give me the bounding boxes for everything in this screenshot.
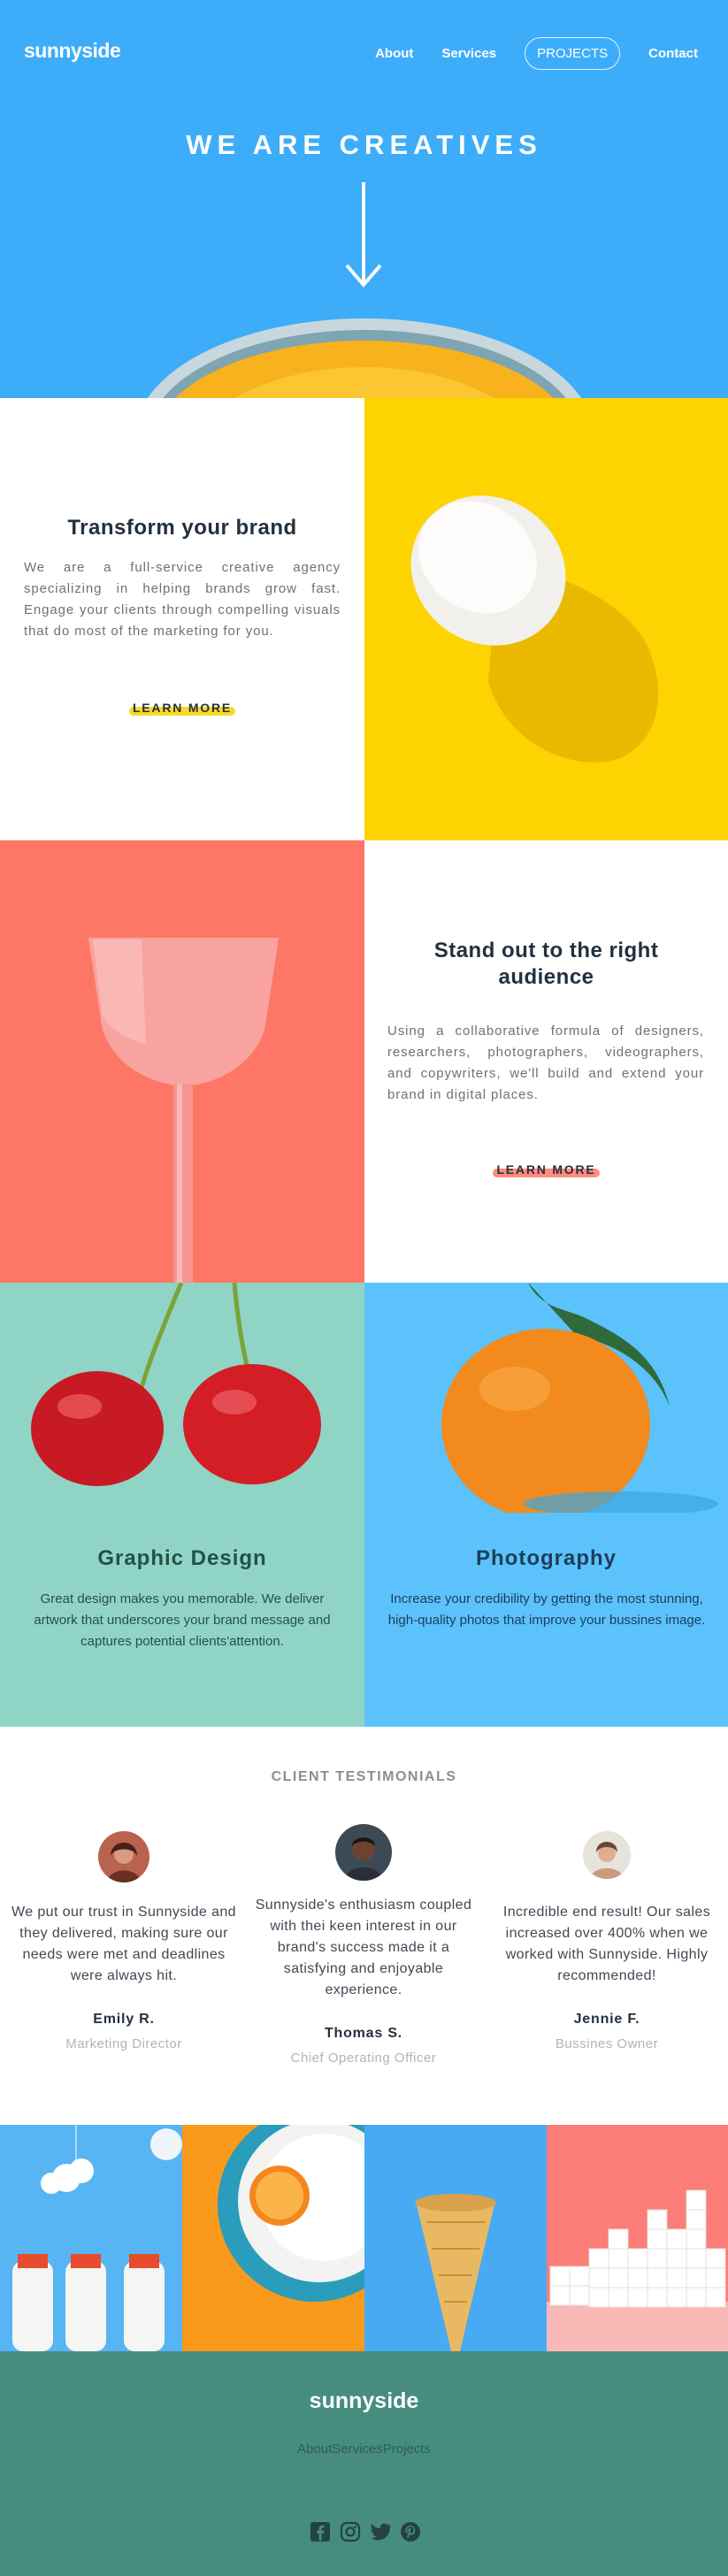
footer-link-projects[interactable]: Projects	[383, 2442, 431, 2457]
testimonial-name: Emily R.	[93, 2012, 155, 2027]
cherries-image	[31, 1283, 321, 1486]
instagram-icon[interactable]	[340, 2521, 361, 2542]
standout-learn-more-link[interactable]: LEARN MORE	[364, 1162, 728, 1177]
testimonial-card: Sunnyside's enthusiasm coupled with thei…	[249, 1824, 479, 2066]
transform-body: We are a full-service creative agency sp…	[24, 560, 341, 639]
nav-services[interactable]: Services	[441, 46, 496, 61]
hero-title: WE ARE CREATIVES	[186, 129, 542, 160]
avatar	[583, 1831, 631, 1879]
main-nav: About Services PROJECTS Contact	[375, 37, 698, 70]
egg-image	[364, 398, 728, 840]
testimonial-quote: Sunnyside's enthusiasm coupled with thei…	[255, 1898, 472, 1997]
nav-projects-button[interactable]: PROJECTS	[525, 37, 621, 70]
photography-body: Increase your credibility by getting the…	[387, 1591, 706, 1628]
logo[interactable]: sunnyside	[24, 39, 121, 63]
testimonial-role: Chief Operating Officer	[290, 2051, 437, 2066]
hero-bowl-image	[147, 318, 582, 398]
footer-link-services[interactable]: Services	[332, 2442, 383, 2457]
orange-image	[441, 1283, 718, 1513]
footer-nav: AboutServicesProjects	[0, 2442, 728, 2457]
learn-more-label: LEARN MORE	[128, 701, 236, 716]
graphic-design-tile: Graphic Design Great design makes you me…	[0, 1283, 364, 1727]
testimonial-name: Jennie F.	[573, 2012, 640, 2027]
avatar	[98, 1831, 149, 1882]
standout-body: Using a collaborative formula of designe…	[387, 1024, 704, 1102]
learn-more-label: LEARN MORE	[493, 1162, 600, 1177]
nav-contact[interactable]: Contact	[648, 46, 698, 61]
standout-title: Stand out to the right audience	[433, 939, 659, 989]
gallery-image-ice-cream-cone	[364, 2125, 547, 2351]
gallery	[0, 2125, 728, 2351]
facebook-icon[interactable]	[310, 2521, 331, 2542]
pinterest-icon[interactable]	[400, 2521, 421, 2542]
avatar	[335, 1824, 392, 1881]
graphic-design-body: Great design makes you memorable. We del…	[34, 1591, 331, 1649]
arrow-down-icon	[345, 182, 382, 288]
nav-about[interactable]: About	[375, 46, 413, 61]
transform-section: Transform your brand We are a full-servi…	[0, 398, 364, 840]
transform-title: Transform your brand	[67, 516, 297, 540]
testimonial-role: Marketing Director	[65, 2036, 182, 2051]
testimonials-section: CLIENT TESTIMONIALS We put our trust in …	[0, 1727, 728, 2125]
testimonials-heading: CLIENT TESTIMONIALS	[271, 1769, 457, 1784]
social-links	[310, 2521, 421, 2542]
photography-tile: Photography Increase your credibility by…	[364, 1283, 728, 1727]
testimonial-quote: Incredible end result! Our sales increas…	[502, 1905, 711, 1983]
gallery-image-milk-bottles	[0, 2125, 182, 2351]
testimonial-card: Incredible end result! Our sales increas…	[492, 1831, 722, 2051]
twitter-icon[interactable]	[370, 2521, 391, 2542]
graphic-design-title: Graphic Design	[97, 1546, 267, 1570]
glass-image	[0, 840, 364, 1283]
footer-logo[interactable]: sunnyside	[0, 2388, 728, 2414]
footer-link-about[interactable]: About	[297, 2442, 332, 2457]
testimonial-card: We put our trust in Sunnyside and they d…	[9, 1831, 239, 2051]
footer: sunnyside AboutServicesProjects	[0, 2351, 728, 2576]
testimonial-name: Thomas S.	[324, 2026, 403, 2041]
standout-section: Stand out to the right audience Using a …	[364, 840, 728, 1283]
transform-learn-more-link[interactable]: LEARN MORE	[0, 701, 364, 716]
photography-title: Photography	[476, 1546, 617, 1570]
testimonial-quote: We put our trust in Sunnyside and they d…	[11, 1905, 236, 1983]
testimonial-role: Bussines Owner	[555, 2036, 659, 2051]
gallery-image-orange-plate	[182, 2125, 364, 2351]
gallery-image-sugar-cubes	[547, 2125, 728, 2351]
hero: sunnyside About Services PROJECTS Contac…	[0, 0, 728, 398]
